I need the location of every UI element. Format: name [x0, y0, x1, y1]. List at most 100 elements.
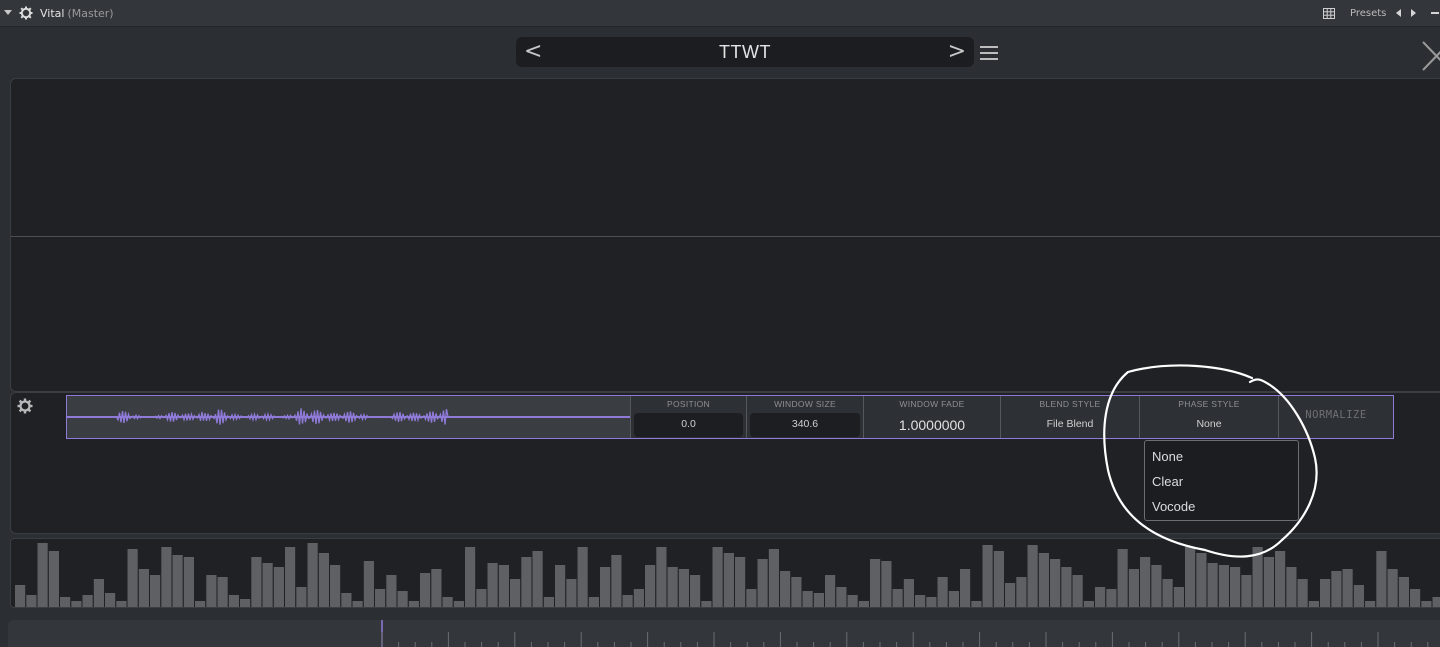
harmonic-bar	[1376, 551, 1387, 607]
harmonic-bar	[251, 557, 262, 607]
blend-style-control[interactable]: BLEND STYLE File Blend	[1000, 396, 1139, 438]
harmonic-bar	[645, 565, 656, 607]
harmonic-bar	[420, 573, 431, 607]
wavetable-editor-panel[interactable]	[10, 78, 1440, 392]
harmonic-bar	[1140, 557, 1151, 607]
harmonic-bar	[330, 565, 341, 607]
harmonic-bar	[26, 595, 37, 607]
harmonic-bar	[915, 595, 926, 607]
harmonic-bar	[892, 589, 903, 607]
harmonic-bar	[735, 557, 746, 607]
harmonic-bar	[566, 579, 577, 607]
harmonic-bar	[465, 547, 476, 607]
harmonic-bar	[1252, 547, 1263, 607]
harmonic-bar	[195, 601, 206, 607]
harmonic-bar	[60, 597, 71, 607]
window-size-value-box[interactable]: 340.6	[750, 413, 860, 437]
phase-style-control[interactable]: PHASE STYLE None	[1139, 396, 1278, 438]
position-control[interactable]: POSITION 0.0	[630, 396, 746, 438]
harmonic-bar	[1027, 545, 1038, 607]
harmonic-bar	[453, 601, 464, 607]
harmonic-bar	[1286, 567, 1297, 607]
harmonic-bar	[172, 555, 183, 607]
harmonic-bar	[1410, 589, 1421, 607]
normalize-button[interactable]: NORMALIZE	[1278, 396, 1393, 438]
harmonic-bar	[555, 565, 566, 607]
harmonic-bar	[543, 597, 554, 607]
harmonic-bar	[847, 595, 858, 607]
sample-waveform[interactable]	[67, 396, 630, 438]
harmonic-bar	[1185, 547, 1196, 607]
timeline-ruler[interactable]	[8, 620, 1440, 647]
minimize-icon[interactable]	[1431, 12, 1439, 14]
dropdown-option-clear[interactable]: Clear	[1152, 474, 1183, 489]
harmonic-bar	[318, 553, 329, 607]
harmonic-bar	[498, 565, 509, 607]
waveform-trace	[67, 408, 630, 425]
harmonic-bar	[532, 551, 543, 607]
harmonic-bar	[600, 567, 611, 607]
harmonic-bar	[150, 575, 161, 607]
harmonic-bar	[82, 595, 93, 607]
harmonic-bar	[15, 585, 26, 607]
harmonic-bar	[825, 575, 836, 607]
grid-icon[interactable]	[1323, 8, 1335, 19]
dropdown-option-vocode[interactable]: Vocode	[1152, 499, 1195, 514]
harmonic-bar	[48, 551, 59, 607]
plugin-name: Vital	[40, 7, 65, 20]
harmonic-bar	[375, 589, 386, 607]
window-fade-control[interactable]: WINDOW FADE 1.0000000	[863, 396, 1000, 438]
harmonic-bar	[285, 547, 296, 607]
prev-preset-icon[interactable]	[1396, 9, 1401, 17]
harmonic-bar	[105, 593, 116, 607]
preset-selector[interactable]: < TTWT >	[516, 37, 974, 67]
harmonic-bar	[1398, 577, 1409, 607]
harmonic-bar	[397, 591, 408, 607]
harmonic-bar	[1061, 567, 1072, 607]
window-size-control[interactable]: WINDOW SIZE 340.6	[746, 396, 863, 438]
instance-name: (Master)	[67, 7, 114, 20]
hamburger-menu-icon[interactable]	[980, 46, 998, 60]
next-preset-button[interactable]: >	[948, 39, 966, 64]
plugin-title: Vital (Master)	[40, 7, 114, 20]
harmonic-bar	[903, 579, 914, 607]
harmonic-bar	[1320, 579, 1331, 607]
harmonic-bar	[127, 549, 138, 607]
harmonic-bar	[138, 569, 149, 607]
harmonic-bar	[611, 555, 622, 607]
harmonic-bar	[768, 549, 779, 607]
harmonic-bar	[1342, 569, 1353, 607]
harmonic-bar	[678, 569, 689, 607]
harmonic-bar	[802, 591, 813, 607]
harmonic-bar	[1365, 601, 1376, 607]
position-value-box[interactable]: 0.0	[634, 413, 743, 437]
position-label: POSITION	[666, 399, 710, 409]
blend-style-value: File Blend	[1046, 418, 1094, 430]
harmonic-bar	[1196, 553, 1207, 607]
harmonic-bars-panel[interactable]	[10, 538, 1440, 608]
presets-label[interactable]: Presets	[1350, 8, 1386, 19]
harmonic-bar	[712, 547, 723, 607]
close-icon[interactable]	[1420, 39, 1440, 73]
harmonic-bar	[746, 589, 757, 607]
harmonic-bar	[971, 601, 982, 607]
settings-gear-icon[interactable]	[17, 398, 33, 414]
host-title-bar: Vital (Master) Presets	[0, 0, 1440, 27]
harmonic-bar	[1151, 565, 1162, 607]
phase-style-dropdown[interactable]: None Clear Vocode	[1144, 440, 1299, 521]
collapse-arrow-icon[interactable]	[4, 10, 12, 15]
harmonic-bar	[161, 547, 172, 607]
harmonic-bar	[780, 571, 791, 607]
dropdown-option-none[interactable]: None	[1152, 449, 1183, 464]
harmonic-bar	[870, 559, 881, 607]
harmonic-bar	[577, 547, 588, 607]
next-preset-icon[interactable]	[1411, 9, 1416, 17]
harmonic-bars[interactable]	[11, 539, 1440, 608]
harmonic-bar	[1432, 597, 1440, 607]
harmonic-bar	[1117, 549, 1128, 607]
harmonic-bar	[296, 587, 307, 607]
gear-icon[interactable]	[19, 6, 33, 20]
harmonic-bar	[1297, 579, 1308, 607]
frame-timeline[interactable]	[8, 620, 1440, 647]
preset-name[interactable]: TTWT	[516, 42, 974, 63]
